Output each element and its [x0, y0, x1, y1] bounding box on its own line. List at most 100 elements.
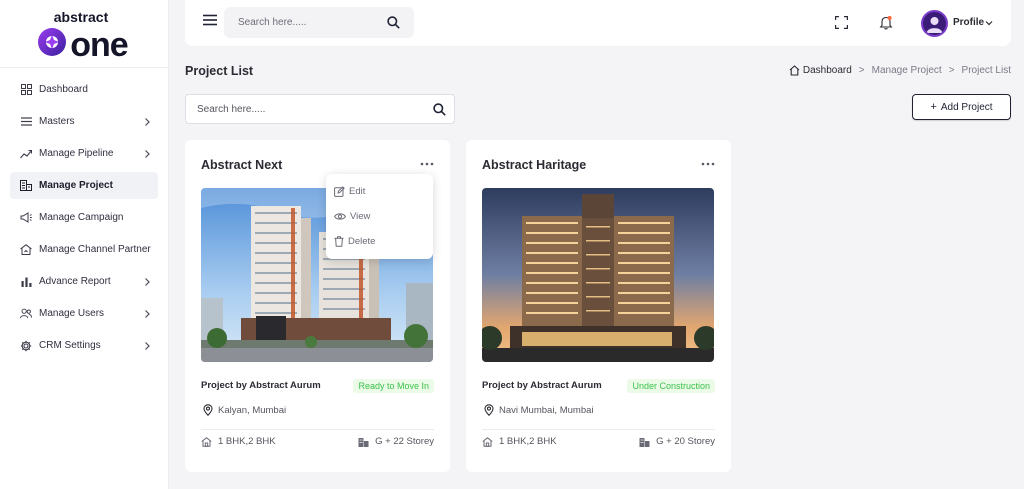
menu-item-edit[interactable]: Edit [334, 183, 365, 199]
partner-icon [20, 244, 32, 256]
page-title: Project List [185, 64, 254, 78]
brand-top: abstract [54, 9, 109, 25]
project-name: Abstract Haritage [482, 158, 587, 172]
chevron-down-icon[interactable] [985, 19, 993, 27]
chevron-right-icon [145, 118, 150, 126]
notification-bell-icon[interactable] [879, 15, 893, 30]
brand-bottom: one [70, 26, 128, 60]
chevron-right-icon [145, 278, 150, 286]
breadcrumb-home[interactable]: Dashboard [789, 65, 852, 76]
project-search-box [185, 94, 455, 124]
search-icon[interactable] [387, 16, 400, 29]
home-icon [789, 65, 800, 76]
project-floors: G + 22 Storey [358, 436, 434, 447]
sidebar-item-label: Dashboard [39, 84, 88, 95]
gear-icon [20, 340, 32, 352]
users-icon [20, 308, 32, 320]
status-badge: Under Construction [627, 379, 715, 393]
home-icon [201, 436, 212, 447]
sidebar-item-manage-users[interactable]: Manage Users [10, 300, 158, 327]
pipeline-icon [20, 148, 32, 160]
bar-chart-icon [20, 276, 32, 288]
sidebar: abstract one Dashboard Masters Manage Pi… [0, 0, 169, 489]
menu-icon[interactable] [203, 14, 217, 26]
breadcrumb: Dashboard > Manage Project > Project Lis… [789, 65, 1011, 76]
fullscreen-icon[interactable] [835, 16, 848, 29]
project-card[interactable]: Abstract Haritage Project by Abstract Au… [466, 140, 731, 472]
project-location-text: Navi Mumbai, Mumbai [499, 404, 594, 416]
sidebar-item-manage-channel-partner[interactable]: Manage Channel Partner [10, 236, 158, 263]
chevron-right-icon [145, 150, 150, 158]
location-pin-icon [484, 404, 494, 416]
breadcrumb-dashboard: Dashboard [802, 65, 852, 76]
sidebar-item-label: Manage Project [39, 180, 113, 191]
home-icon [482, 436, 493, 447]
project-bhk-text: 1 BHK,2 BHK [499, 436, 557, 447]
chevron-right-icon [145, 342, 150, 350]
add-project-button[interactable]: + Add Project [912, 94, 1011, 120]
sidebar-item-label: CRM Settings [39, 340, 101, 351]
more-options-icon[interactable] [701, 161, 715, 167]
breadcrumb-separator: > [858, 65, 865, 76]
menu-item-delete[interactable]: Delete [334, 233, 375, 249]
project-image [482, 188, 714, 362]
sidebar-item-dashboard[interactable]: Dashboard [10, 76, 158, 103]
menu-item-label: Delete [348, 235, 376, 247]
project-search-input[interactable] [186, 95, 426, 123]
sidebar-item-label: Masters [39, 116, 75, 127]
more-options-icon[interactable] [420, 161, 434, 167]
sidebar-item-masters[interactable]: Masters [10, 108, 158, 135]
trash-icon [334, 235, 344, 247]
chevron-right-icon [145, 310, 150, 318]
divider [482, 429, 715, 430]
building-icon [358, 437, 369, 447]
sidebar-item-manage-project[interactable]: Manage Project [10, 172, 158, 199]
project-builder: Project by Abstract Aurum [482, 380, 602, 391]
profile-menu[interactable]: Profile [953, 17, 984, 28]
top-search-input[interactable] [224, 7, 384, 38]
project-floors: G + 20 Storey [639, 436, 715, 447]
dashboard-icon [20, 84, 32, 96]
list-icon [20, 116, 32, 128]
divider [201, 429, 434, 430]
sidebar-item-manage-pipeline[interactable]: Manage Pipeline [10, 140, 158, 167]
sidebar-item-advance-report[interactable]: Advance Report [10, 268, 158, 295]
project-location: Navi Mumbai, Mumbai [484, 404, 594, 416]
sidebar-item-label: Manage Pipeline [39, 148, 114, 159]
menu-item-label: Edit [349, 185, 366, 197]
edit-icon [334, 185, 345, 197]
status-badge: Ready to Move In [353, 379, 434, 393]
project-bhk: 1 BHK,2 BHK [482, 436, 557, 447]
project-builder: Project by Abstract Aurum [201, 380, 321, 391]
project-floors-text: G + 20 Storey [656, 436, 715, 447]
project-bhk-text: 1 BHK,2 BHK [218, 436, 276, 447]
sidebar-item-crm-settings[interactable]: CRM Settings [10, 332, 158, 359]
breadcrumb-manage-project[interactable]: Manage Project [872, 65, 942, 76]
add-project-label: Add Project [940, 101, 993, 113]
location-pin-icon [203, 404, 213, 416]
project-name: Abstract Next [201, 158, 283, 172]
project-location-text: Kalyan, Mumbai [218, 404, 287, 416]
avatar[interactable] [921, 10, 948, 37]
menu-item-label: View [350, 210, 371, 222]
breadcrumb-separator: > [948, 65, 955, 76]
project-floors-text: G + 22 Storey [375, 436, 434, 447]
sidebar-item-label: Manage Campaign [39, 212, 124, 223]
card-options-menu: Edit View Delete [326, 174, 433, 259]
top-search-box [224, 7, 414, 38]
menu-item-view[interactable]: View [334, 208, 370, 224]
sidebar-item-label: Manage Users [39, 308, 105, 319]
sidebar-item-label: Advance Report [39, 276, 111, 287]
building-icon [20, 180, 32, 192]
plus-icon: + [930, 101, 937, 113]
top-bar: Profile [185, 0, 1011, 46]
search-icon[interactable] [433, 103, 446, 116]
building-icon [639, 437, 650, 447]
sidebar-item-label: Manage Channel Partner [39, 244, 151, 255]
sidebar-item-manage-campaign[interactable]: Manage Campaign [10, 204, 158, 231]
eye-icon [334, 212, 346, 220]
megaphone-icon [20, 212, 32, 224]
project-location: Kalyan, Mumbai [203, 404, 286, 416]
brand-logo[interactable]: abstract one [0, 0, 168, 68]
breadcrumb-project-list: Project List [961, 65, 1011, 76]
